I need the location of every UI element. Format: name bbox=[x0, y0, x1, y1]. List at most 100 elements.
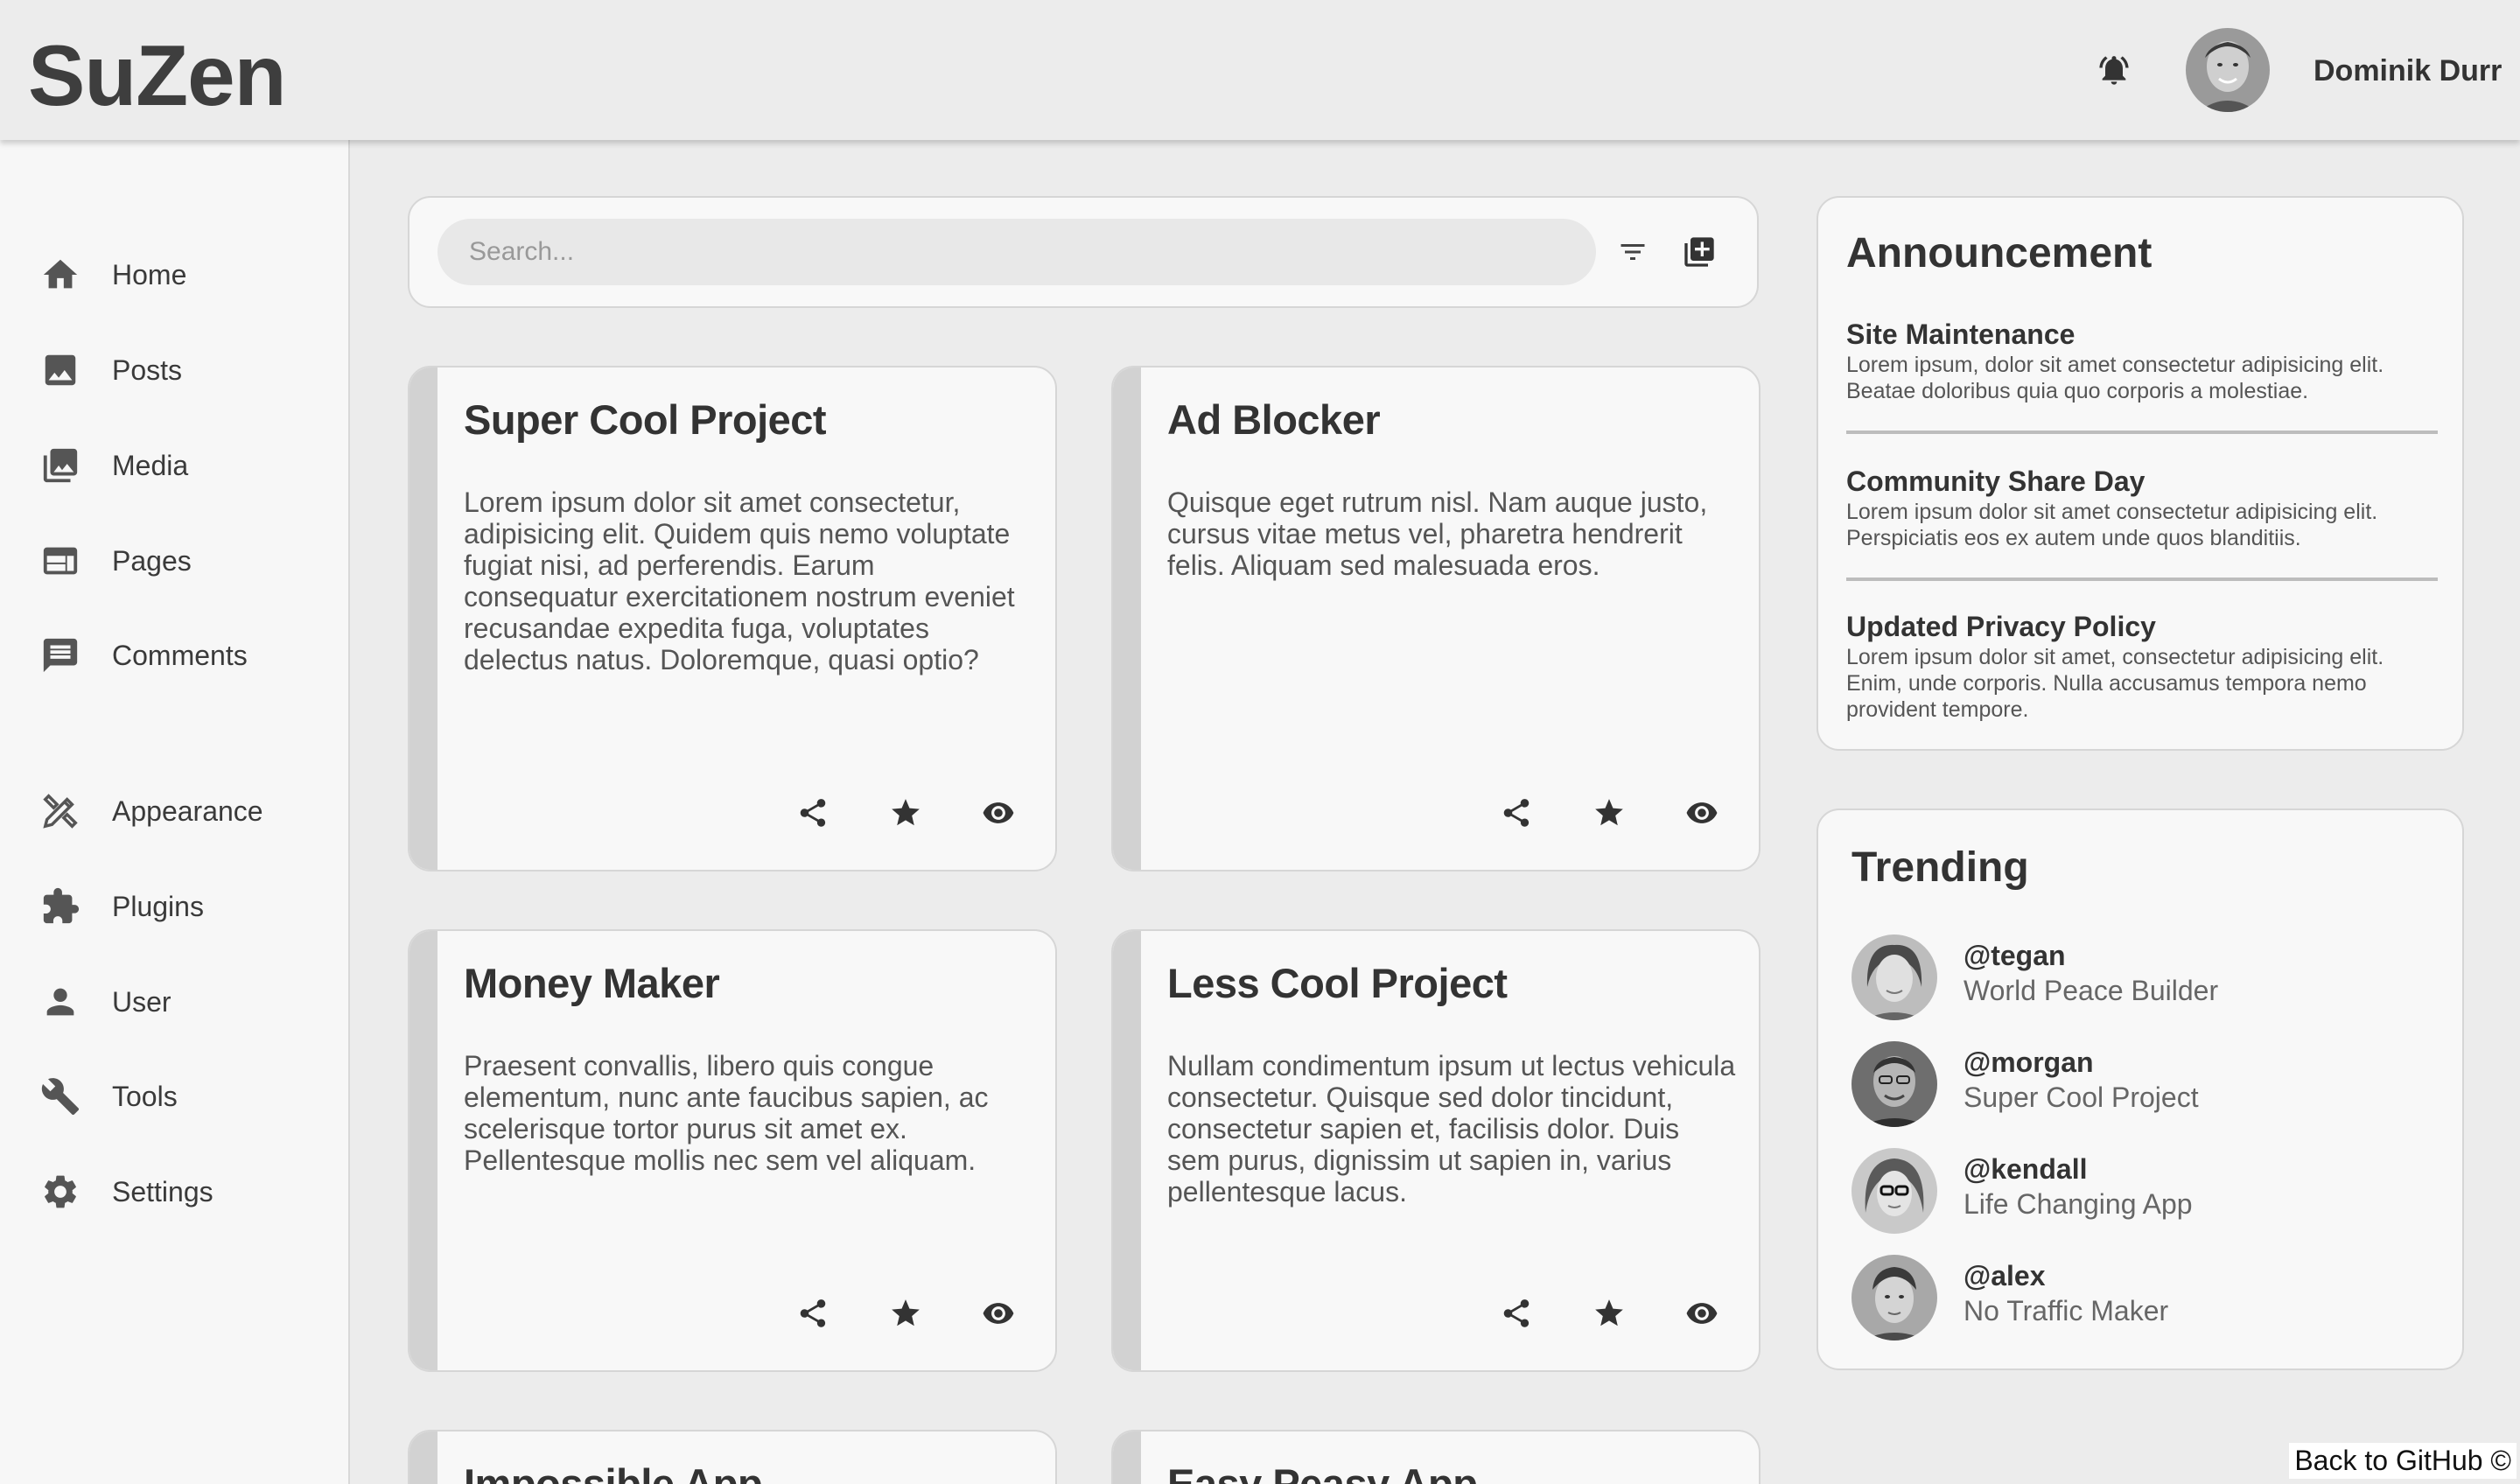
sidebar-item-posts[interactable]: Posts bbox=[0, 335, 348, 405]
project-title: Impossible App bbox=[464, 1460, 763, 1484]
sidebar-item-appearance[interactable]: Appearance bbox=[0, 776, 348, 846]
project-title: Money Maker bbox=[464, 960, 720, 1006]
share-icon[interactable] bbox=[796, 1297, 830, 1330]
project-title: Ad Blocker bbox=[1167, 396, 1381, 443]
user-name[interactable]: Dominik Durr bbox=[2314, 54, 2502, 88]
eye-icon[interactable] bbox=[1685, 1297, 1718, 1330]
divider bbox=[1846, 578, 2438, 581]
sidebar-item-label: Plugins bbox=[112, 890, 204, 922]
user-avatar[interactable] bbox=[2186, 28, 2270, 112]
sidebar-item-label: Tools bbox=[112, 1080, 178, 1112]
sidebar-item-label: Settings bbox=[112, 1175, 214, 1208]
sidebar-item-label: Appearance bbox=[112, 794, 263, 827]
announcement-item[interactable]: Community Share Day Lorem ipsum dolor si… bbox=[1846, 466, 2438, 551]
announcement-heading: Updated Privacy Policy bbox=[1846, 611, 2156, 642]
sidebar-item-label: Posts bbox=[112, 354, 183, 386]
eye-icon[interactable] bbox=[982, 1297, 1015, 1330]
avatar bbox=[1852, 1255, 1937, 1340]
announcement-text: Lorem ipsum dolor sit amet consectetur a… bbox=[1846, 500, 2378, 550]
sidebar-item-pages[interactable]: Pages bbox=[0, 526, 348, 596]
announcement-panel: Announcement Site Maintenance Lorem ipsu… bbox=[1816, 196, 2464, 751]
announcement-item[interactable]: Site Maintenance Lorem ipsum, dolor sit … bbox=[1846, 318, 2438, 404]
trending-handle: @morgan bbox=[1964, 1046, 2094, 1078]
card-actions bbox=[796, 1297, 1015, 1332]
trending-project: No Traffic Maker bbox=[1964, 1295, 2169, 1326]
avatar bbox=[1852, 1041, 1937, 1127]
sidebar-item-comments[interactable]: Comments bbox=[0, 620, 348, 690]
sidebar-item-user[interactable]: User bbox=[0, 967, 348, 1037]
trending-handle: @tegan bbox=[1964, 940, 2066, 971]
back-to-github-link[interactable]: Back to GitHub © bbox=[2289, 1443, 2516, 1479]
library-add-icon[interactable] bbox=[1682, 234, 1717, 270]
sidebar-item-tools[interactable]: Tools bbox=[0, 1061, 348, 1131]
announcement-item[interactable]: Updated Privacy Policy Lorem ipsum dolor… bbox=[1846, 611, 2438, 723]
announcement-title: Announcement bbox=[1846, 230, 2152, 276]
avatar bbox=[1852, 934, 1937, 1020]
project-title: Less Cool Project bbox=[1167, 960, 1508, 1006]
app-logo[interactable]: SuZen bbox=[28, 26, 286, 125]
project-card[interactable]: Super Cool Project Lorem ipsum dolor sit… bbox=[408, 366, 1057, 872]
trending-item[interactable]: @kendall Life Changing App bbox=[1852, 1148, 2429, 1236]
sidebar-item-settings[interactable]: Settings bbox=[0, 1157, 348, 1227]
trending-project: Super Cool Project bbox=[1964, 1082, 2199, 1113]
sidebar-item-label: Media bbox=[112, 449, 189, 481]
puzzle-icon bbox=[43, 887, 80, 924]
photo-library-icon bbox=[43, 448, 78, 483]
project-description: Nullam condimentum ipsum ut lectus vehic… bbox=[1167, 1050, 1736, 1208]
project-card[interactable]: Less Cool Project Nullam condimentum ips… bbox=[1111, 929, 1760, 1372]
filter-icon[interactable] bbox=[1617, 236, 1648, 268]
comment-icon bbox=[43, 638, 78, 673]
trending-item[interactable]: @alex No Traffic Maker bbox=[1852, 1255, 2429, 1342]
project-title: Easy Peasy App bbox=[1167, 1460, 1478, 1484]
card-actions bbox=[796, 796, 1015, 831]
trending-handle: @alex bbox=[1964, 1260, 2046, 1292]
project-description: Quisque eget rutrum nisl. Nam auque just… bbox=[1167, 486, 1708, 581]
bell-icon[interactable] bbox=[2096, 51, 2132, 89]
star-icon[interactable] bbox=[1592, 1297, 1626, 1330]
card-actions bbox=[1500, 796, 1718, 831]
sidebar-item-home[interactable]: Home bbox=[0, 240, 348, 310]
web-page-icon bbox=[43, 547, 78, 575]
project-card[interactable]: Money Maker Praesent convallis, libero q… bbox=[408, 929, 1057, 1372]
sidebar-item-media[interactable]: Media bbox=[0, 430, 348, 500]
card-actions bbox=[1500, 1297, 1718, 1332]
announcement-text: Lorem ipsum, dolor sit amet consectetur … bbox=[1846, 353, 2384, 403]
project-description: Lorem ipsum dolor sit amet consectetur, … bbox=[464, 486, 1015, 676]
project-card[interactable]: Ad Blocker Quisque eget rutrum nisl. Nam… bbox=[1111, 366, 1760, 872]
project-card[interactable]: Easy Peasy App bbox=[1111, 1430, 1760, 1484]
announcement-heading: Site Maintenance bbox=[1846, 318, 2076, 350]
star-icon[interactable] bbox=[889, 796, 922, 830]
search-input[interactable] bbox=[438, 219, 1596, 285]
divider bbox=[1846, 430, 2438, 434]
eye-icon[interactable] bbox=[1685, 796, 1718, 830]
eye-icon[interactable] bbox=[982, 796, 1015, 830]
image-icon bbox=[45, 354, 76, 386]
share-icon[interactable] bbox=[796, 796, 830, 830]
announcement-heading: Community Share Day bbox=[1846, 466, 2146, 497]
wrench-icon bbox=[41, 1078, 80, 1116]
project-title: Super Cool Project bbox=[464, 396, 827, 443]
top-header: SuZen Dominik Durr bbox=[0, 0, 2520, 140]
sidebar-item-label: User bbox=[112, 985, 172, 1018]
star-icon[interactable] bbox=[1592, 796, 1626, 830]
sidebar-item-label: Pages bbox=[112, 544, 192, 577]
search-bar bbox=[408, 196, 1759, 308]
share-icon[interactable] bbox=[1500, 796, 1533, 830]
person-icon bbox=[46, 988, 74, 1016]
trending-project: World Peace Builder bbox=[1964, 975, 2219, 1006]
trending-title: Trending bbox=[1852, 844, 2029, 891]
trending-panel: Trending @tegan World Peace Builder @mor… bbox=[1816, 808, 2464, 1370]
project-description: Praesent convallis, libero quis congue e… bbox=[464, 1050, 989, 1176]
star-icon[interactable] bbox=[889, 1297, 922, 1330]
gear-icon bbox=[45, 1175, 76, 1208]
share-icon[interactable] bbox=[1500, 1297, 1533, 1330]
avatar bbox=[1852, 1148, 1937, 1234]
sidebar-item-plugins[interactable]: Plugins bbox=[0, 872, 348, 942]
trending-item[interactable]: @morgan Super Cool Project bbox=[1852, 1041, 2429, 1129]
trending-handle: @kendall bbox=[1964, 1153, 2088, 1185]
project-card[interactable]: Impossible App bbox=[408, 1430, 1057, 1484]
trending-item[interactable]: @tegan World Peace Builder bbox=[1852, 934, 2429, 1022]
sidebar: Home Posts Media Pages Comments Appearan… bbox=[0, 140, 350, 1484]
sidebar-item-label: Comments bbox=[112, 639, 248, 671]
home-icon bbox=[43, 259, 78, 289]
